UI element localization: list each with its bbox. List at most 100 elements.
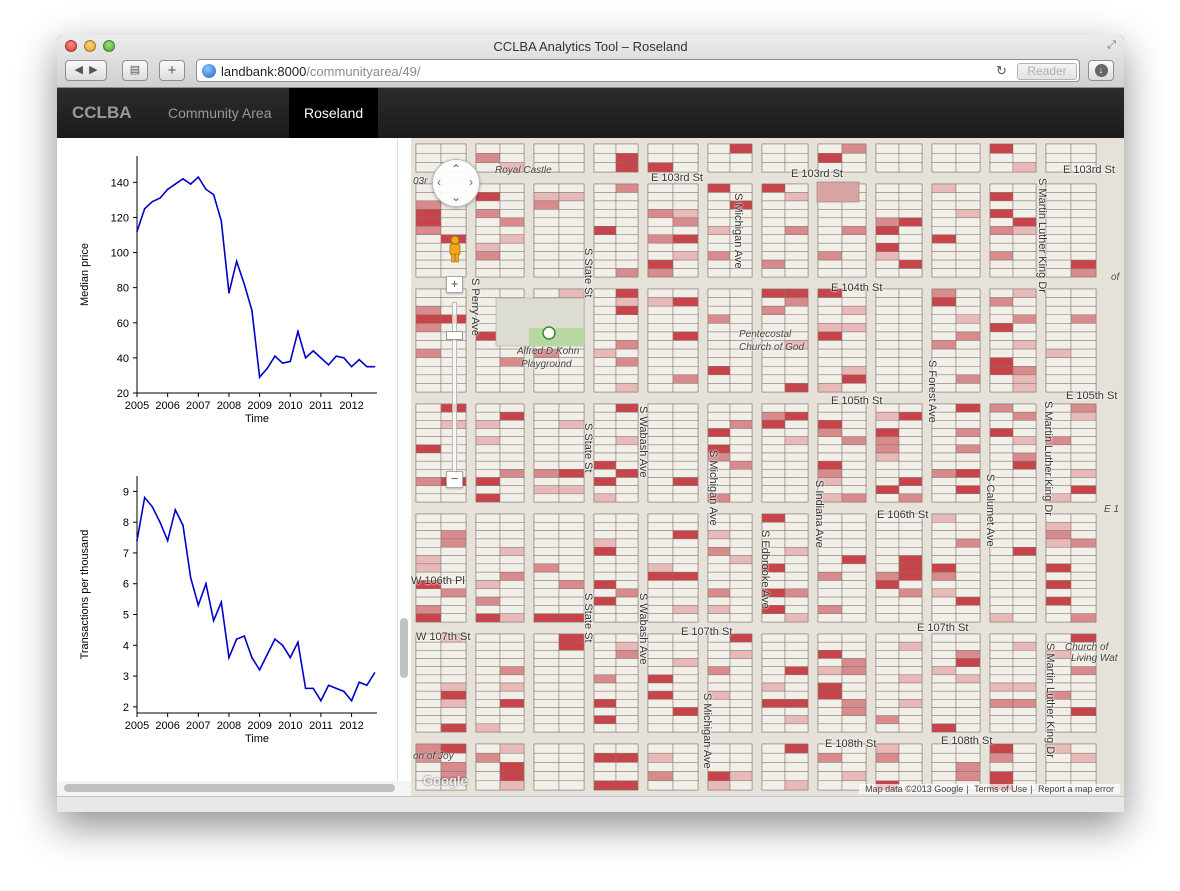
terms-of-use-link[interactable]: Terms of Use bbox=[974, 784, 1027, 794]
show-all-tabs-button[interactable]: ▤ bbox=[122, 60, 148, 81]
parcel bbox=[475, 226, 501, 235]
parcel bbox=[647, 666, 674, 676]
parcel bbox=[841, 530, 867, 540]
parcel bbox=[475, 242, 501, 252]
parcel bbox=[841, 411, 867, 421]
parcel bbox=[1045, 314, 1072, 324]
brand-logo[interactable]: CCLBA bbox=[72, 103, 132, 123]
parcel bbox=[1045, 522, 1072, 531]
parcel bbox=[841, 305, 867, 316]
downloads-button[interactable]: ↓ bbox=[1088, 60, 1114, 81]
parcel bbox=[898, 682, 923, 692]
horizontal-scrollbar[interactable] bbox=[64, 784, 395, 792]
pan-left-icon[interactable]: ‹ bbox=[437, 175, 441, 189]
parcel bbox=[931, 259, 957, 269]
parcel bbox=[1012, 383, 1037, 393]
pegman-icon[interactable] bbox=[447, 235, 463, 263]
parcel bbox=[817, 411, 843, 421]
parcel bbox=[1070, 707, 1097, 716]
parcel bbox=[955, 226, 981, 235]
parcel bbox=[533, 234, 560, 244]
parcel bbox=[817, 143, 843, 154]
parcel bbox=[707, 563, 731, 573]
parcel bbox=[475, 153, 501, 163]
parcel bbox=[593, 383, 617, 393]
parcel bbox=[1012, 771, 1037, 782]
parcel bbox=[784, 436, 809, 446]
parcel bbox=[841, 374, 867, 384]
parcel bbox=[931, 192, 957, 202]
parcel bbox=[499, 143, 525, 154]
report-map-error-link[interactable]: Report a map error bbox=[1038, 784, 1114, 794]
parcel-map[interactable]: E 103rd St E 103rd St E 103rd St E 104th St… bbox=[411, 138, 1124, 796]
url-text[interactable]: landbank:8000/communityarea/49/ bbox=[221, 64, 420, 79]
parcel bbox=[898, 420, 923, 429]
parcel bbox=[898, 200, 923, 210]
reload-icon[interactable]: ↻ bbox=[996, 63, 1007, 79]
parcel bbox=[672, 555, 699, 565]
parcel bbox=[672, 420, 699, 429]
parcel bbox=[784, 588, 809, 598]
parcel bbox=[1045, 340, 1072, 350]
parcel bbox=[989, 452, 1014, 462]
parcel bbox=[415, 314, 442, 324]
parcel bbox=[475, 780, 501, 791]
parcel-map-canvas[interactable] bbox=[411, 138, 1124, 796]
parcel bbox=[647, 555, 674, 565]
parcel bbox=[989, 403, 1014, 413]
parcel bbox=[841, 366, 867, 376]
parcel bbox=[593, 357, 617, 367]
parcel bbox=[817, 580, 843, 590]
parcel bbox=[558, 209, 585, 219]
parcel bbox=[989, 357, 1014, 367]
parcel bbox=[955, 715, 981, 725]
google-logo[interactable]: Google bbox=[423, 773, 468, 788]
nav-roseland[interactable]: Roseland bbox=[304, 105, 363, 121]
address-bar[interactable]: landbank:8000/communityarea/49/ bbox=[196, 59, 1080, 82]
parcel bbox=[593, 340, 617, 350]
parcel bbox=[955, 153, 981, 163]
zoom-slider-track[interactable] bbox=[452, 302, 457, 472]
download-icon: ↓ bbox=[1094, 64, 1108, 77]
pan-down-icon[interactable]: ⌄ bbox=[451, 190, 461, 204]
parcel bbox=[898, 469, 923, 478]
data-point bbox=[151, 505, 154, 508]
parcel bbox=[499, 460, 525, 470]
parcel bbox=[931, 588, 957, 598]
parcel bbox=[615, 452, 639, 462]
vertical-scrollbar[interactable] bbox=[400, 618, 408, 678]
parcel bbox=[898, 707, 923, 716]
back-arrow-icon[interactable]: ◀ bbox=[74, 64, 82, 76]
pan-control[interactable]: ⌃ ⌄ ‹ › bbox=[432, 159, 480, 207]
zoom-out-button[interactable]: − bbox=[446, 471, 463, 488]
zoom-slider-handle[interactable] bbox=[446, 331, 463, 340]
parcel bbox=[615, 762, 639, 772]
parcel bbox=[533, 226, 560, 235]
data-point bbox=[297, 330, 299, 333]
new-tab-button[interactable]: + bbox=[159, 60, 185, 81]
parcel bbox=[729, 153, 753, 163]
back-forward-buttons[interactable]: ◀ ▶ bbox=[65, 60, 107, 81]
parcel bbox=[898, 259, 923, 269]
parcel bbox=[475, 563, 501, 573]
fullscreen-icon[interactable]: ⤢ bbox=[1107, 39, 1116, 52]
x-tick-label: 2009 bbox=[247, 720, 271, 732]
parcel bbox=[1070, 588, 1097, 598]
parcel bbox=[898, 522, 923, 531]
chart-panel[interactable]: 20 40 60 80 100 120 140 2005 2006 2007 2008 2009 201… bbox=[57, 138, 408, 781]
parcel bbox=[729, 428, 753, 437]
parcel bbox=[475, 493, 501, 503]
forward-arrow-icon[interactable]: ▶ bbox=[89, 64, 97, 76]
parcel bbox=[672, 460, 699, 470]
parcel bbox=[415, 436, 442, 446]
zoom-in-button[interactable]: + bbox=[446, 276, 463, 293]
parcel bbox=[955, 366, 981, 376]
nav-community-area[interactable]: Community Area bbox=[168, 105, 271, 121]
parcel bbox=[440, 723, 467, 733]
pan-right-icon[interactable]: › bbox=[469, 175, 473, 189]
parcel bbox=[672, 192, 699, 202]
parcel bbox=[875, 633, 900, 643]
parcel bbox=[784, 674, 809, 684]
reader-button[interactable]: Reader bbox=[1017, 63, 1077, 80]
pan-up-icon[interactable]: ⌃ bbox=[451, 162, 461, 176]
